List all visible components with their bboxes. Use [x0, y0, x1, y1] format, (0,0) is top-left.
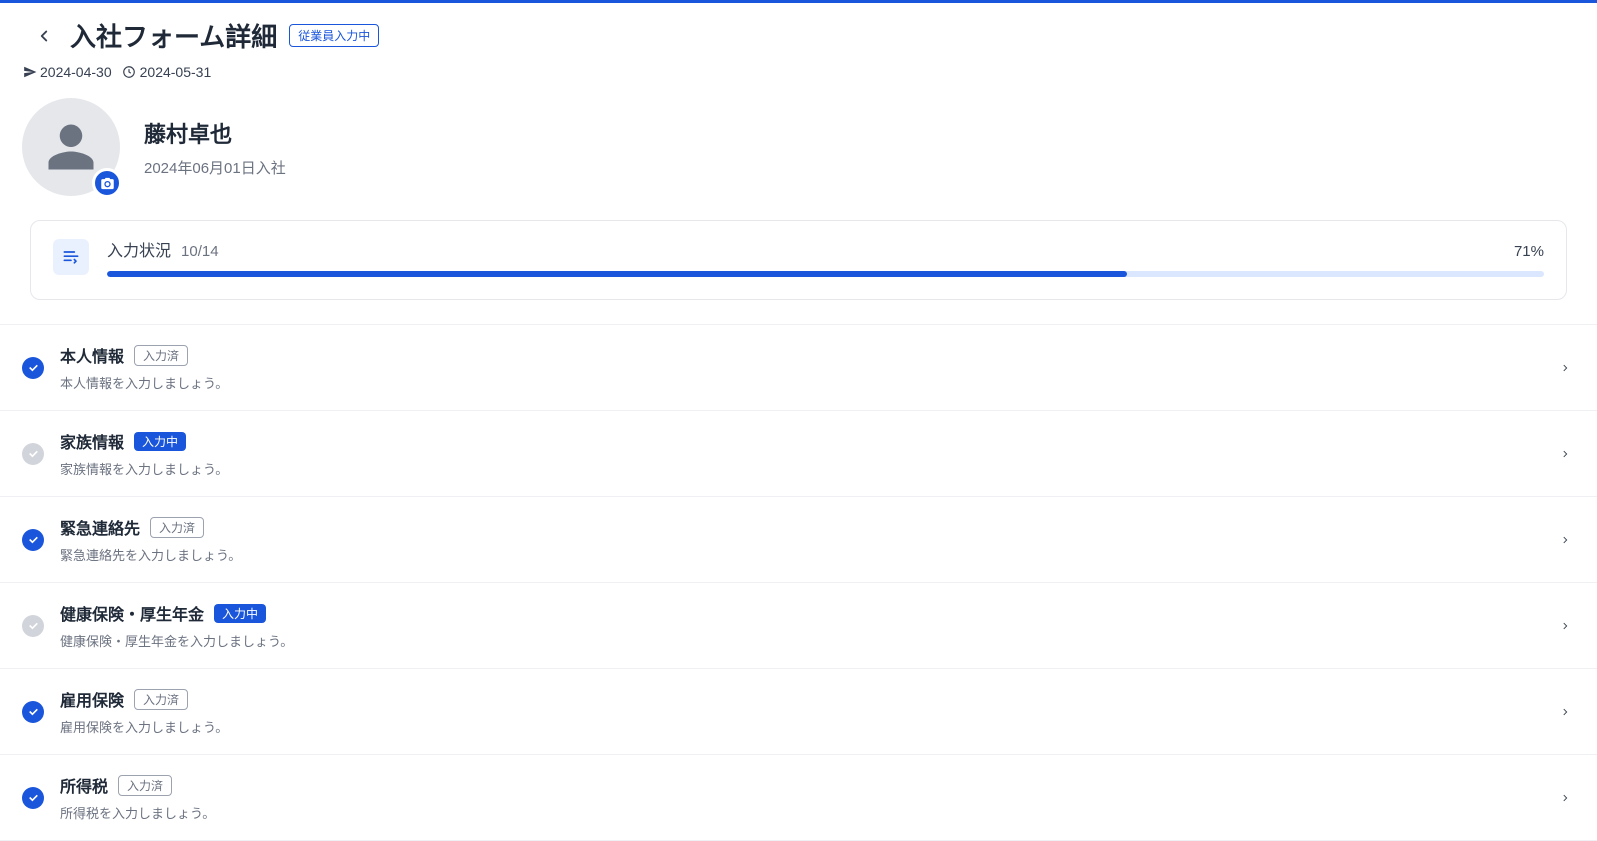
section-body: 雇用保険入力済雇用保険を入力しましょう。	[60, 687, 1539, 736]
chevron-right-icon	[1555, 444, 1575, 464]
back-button[interactable]	[30, 22, 58, 50]
section-list: 本人情報入力済本人情報を入力しましょう。家族情報入力中家族情報を入力しましょう。…	[0, 324, 1597, 841]
section-body: 緊急連絡先入力済緊急連絡先を入力しましょう。	[60, 515, 1539, 564]
avatar-camera-button[interactable]	[92, 168, 122, 198]
page-header: 入社フォーム詳細 従業員入力中	[0, 3, 1597, 58]
section-desc: 所得税を入力しましょう。	[60, 803, 1539, 822]
send-date: 2024-04-30	[22, 64, 112, 80]
progress-fill	[107, 271, 1127, 277]
profile-section: 藤村卓也 2024年06月01日入社	[0, 98, 1597, 220]
section-body: 本人情報入力済本人情報を入力しましょう。	[60, 343, 1539, 392]
section-title: 雇用保険	[60, 687, 124, 711]
section-row[interactable]: 家族情報入力中家族情報を入力しましょう。	[0, 411, 1597, 497]
due-date: 2024-05-31	[122, 64, 212, 80]
progress-body: 入力状況 10/14 71%	[107, 237, 1544, 277]
chevron-right-icon	[1555, 788, 1575, 808]
section-status-badge: 入力済	[150, 517, 204, 538]
profile-text: 藤村卓也 2024年06月01日入社	[144, 117, 286, 178]
employee-name: 藤村卓也	[144, 117, 286, 149]
section-title: 健康保険・厚生年金	[60, 601, 204, 625]
section-title: 本人情報	[60, 343, 124, 367]
section-row[interactable]: 所得税入力済所得税を入力しましょう。	[0, 755, 1597, 841]
chevron-right-icon	[1555, 616, 1575, 636]
section-row[interactable]: 雇用保険入力済雇用保険を入力しましょう。	[0, 669, 1597, 755]
employee-subline: 2024年06月01日入社	[144, 157, 286, 178]
section-desc: 健康保険・厚生年金を入力しましょう。	[60, 631, 1539, 650]
progress-label: 入力状況	[107, 237, 171, 261]
section-desc: 家族情報を入力しましょう。	[60, 459, 1539, 478]
dates-row: 2024-04-30 2024-05-31	[0, 58, 1597, 98]
section-row[interactable]: 健康保険・厚生年金入力中健康保険・厚生年金を入力しましょう。	[0, 583, 1597, 669]
progress-bar	[107, 271, 1544, 277]
status-chip: 従業員入力中	[289, 24, 379, 47]
section-row[interactable]: 緊急連絡先入力済緊急連絡先を入力しましょう。	[0, 497, 1597, 583]
section-title: 家族情報	[60, 429, 124, 453]
section-status-badge: 入力中	[134, 432, 186, 451]
section-body: 健康保険・厚生年金入力中健康保険・厚生年金を入力しましょう。	[60, 601, 1539, 650]
section-status-badge: 入力済	[134, 689, 188, 710]
chevron-right-icon	[1555, 358, 1575, 378]
send-date-text: 2024-04-30	[40, 64, 112, 80]
section-status-badge: 入力済	[134, 345, 188, 366]
section-row[interactable]: 本人情報入力済本人情報を入力しましょう。	[0, 325, 1597, 411]
chevron-right-icon	[1555, 702, 1575, 722]
pending-circle-icon	[22, 443, 44, 465]
section-desc: 緊急連絡先を入力しましょう。	[60, 545, 1539, 564]
section-title: 緊急連絡先	[60, 515, 140, 539]
progress-count: 10/14	[181, 243, 219, 260]
check-circle-icon	[22, 357, 44, 379]
progress-icon	[53, 239, 89, 275]
avatar-wrap	[22, 98, 120, 196]
progress-card: 入力状況 10/14 71%	[30, 220, 1567, 300]
section-status-badge: 入力中	[214, 604, 266, 623]
send-icon	[22, 65, 37, 80]
page-title: 入社フォーム詳細	[70, 17, 277, 54]
section-body: 家族情報入力中家族情報を入力しましょう。	[60, 429, 1539, 478]
section-title: 所得税	[60, 773, 108, 797]
section-desc: 雇用保険を入力しましょう。	[60, 717, 1539, 736]
check-circle-icon	[22, 701, 44, 723]
section-body: 所得税入力済所得税を入力しましょう。	[60, 773, 1539, 822]
chevron-right-icon	[1555, 530, 1575, 550]
clock-icon	[122, 65, 137, 80]
check-circle-icon	[22, 529, 44, 551]
pending-circle-icon	[22, 615, 44, 637]
section-desc: 本人情報を入力しましょう。	[60, 373, 1539, 392]
due-date-text: 2024-05-31	[140, 64, 212, 80]
progress-percent: 71%	[1514, 243, 1544, 260]
section-status-badge: 入力済	[118, 775, 172, 796]
